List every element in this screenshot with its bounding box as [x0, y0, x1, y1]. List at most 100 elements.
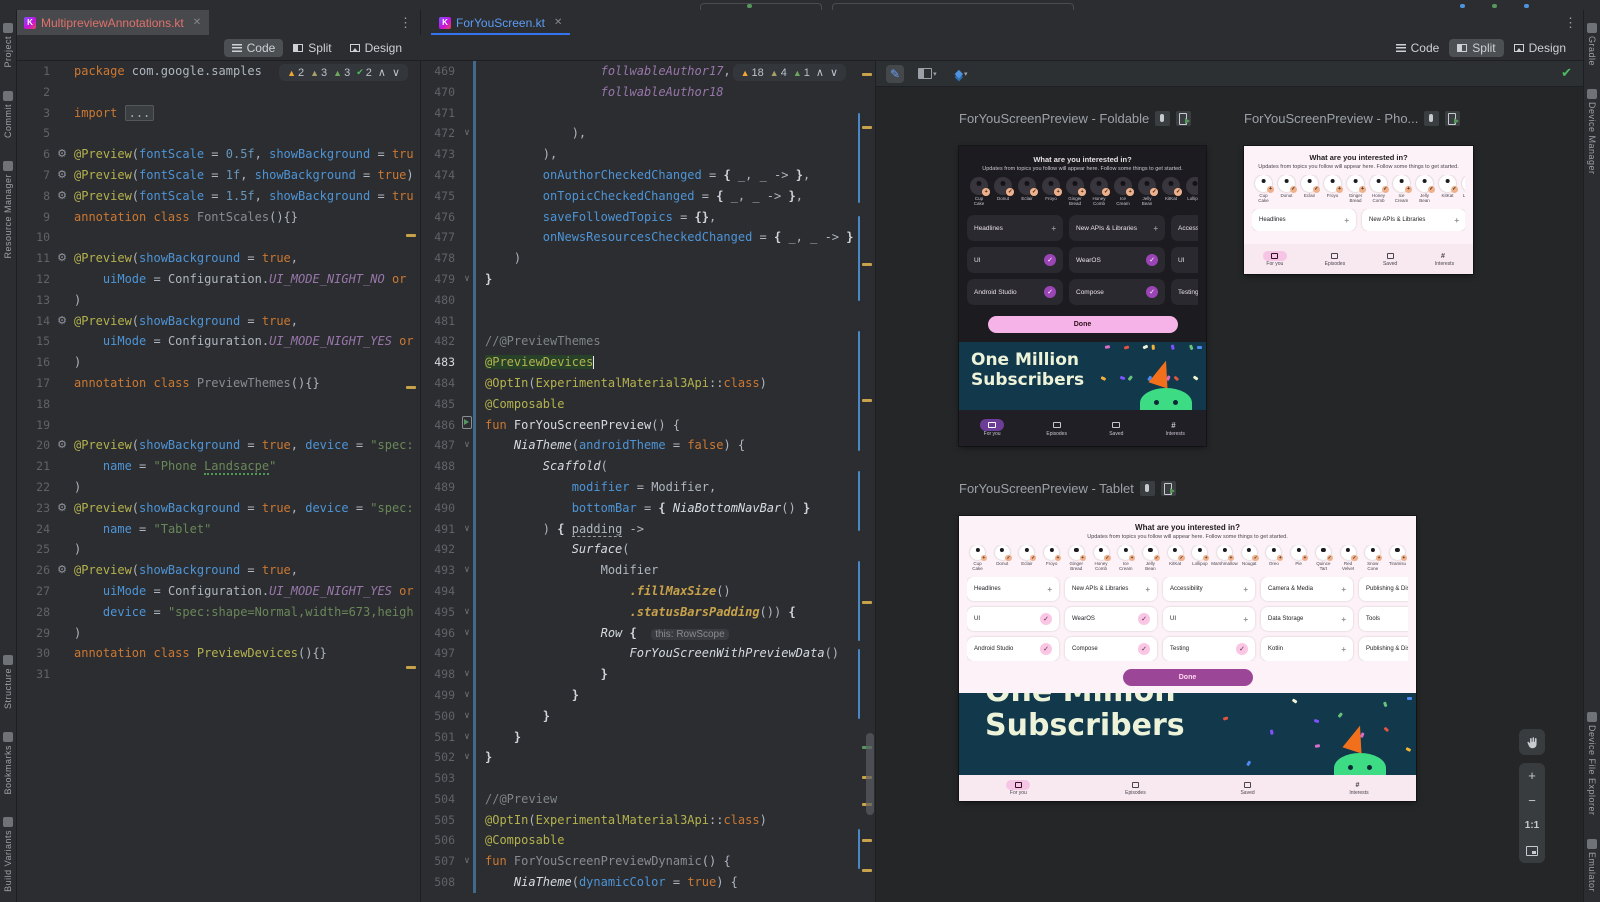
editor-multipreviewannotations[interactable]: 1package com.google.samples23import ...5… — [16, 61, 420, 902]
pan-hand-icon[interactable] — [1519, 729, 1545, 755]
topic-chip[interactable]: Android Studio✓ — [967, 637, 1059, 661]
nav-item-for-you[interactable]: For you — [1006, 780, 1030, 796]
author-item[interactable]: +Lollipop — [1189, 545, 1210, 571]
toolwindow-button-structure[interactable]: Structure — [3, 652, 13, 709]
fold-marker-icon[interactable]: ∨ — [464, 732, 469, 742]
topic-chip[interactable]: Camera & Media+ — [1261, 577, 1353, 601]
fold-marker-icon[interactable]: ∨ — [464, 524, 469, 534]
fold-marker-icon[interactable]: ∨ — [464, 856, 469, 866]
author-item[interactable]: ✓Jelly Bean — [1140, 545, 1161, 571]
author-item[interactable]: ✓KitKat — [1436, 175, 1459, 203]
interactive-preview-icon[interactable] — [1424, 111, 1439, 126]
author-item[interactable]: ✓Jelly Bean — [1135, 177, 1159, 206]
interactive-preview-icon[interactable] — [1155, 111, 1170, 126]
nav-item-saved[interactable]: Saved — [1383, 251, 1397, 268]
device-preview-foldable[interactable]: What are you interested in?Updates from … — [959, 146, 1206, 446]
inspections-widget[interactable]: ▲2▲3▲3✔2∧∨ — [279, 64, 408, 81]
prev-problem-icon[interactable]: ∧ — [816, 66, 824, 79]
topic-chip[interactable]: Data Storage+ — [1261, 607, 1353, 631]
author-item[interactable]: ✓KitKat — [1165, 545, 1186, 571]
nav-item-saved[interactable]: Saved — [1109, 419, 1123, 438]
author-item[interactable]: ✓Red Velvet — [1338, 545, 1359, 571]
nav-item-episodes[interactable]: Episodes — [1046, 419, 1067, 438]
author-item[interactable]: ✓KitKat — [1159, 177, 1183, 206]
mode-code-button[interactable]: Code — [1388, 39, 1448, 57]
editor-scrollbar-thumb[interactable] — [866, 733, 874, 815]
nav-item-episodes[interactable]: Episodes — [1325, 251, 1346, 268]
close-icon[interactable]: ✕ — [554, 17, 562, 28]
topic-chip[interactable]: Compose✓ — [1069, 279, 1165, 305]
preview-settings-gear-icon[interactable]: ⚙ — [57, 314, 67, 327]
fold-marker-icon[interactable]: ∨ — [464, 274, 469, 284]
nav-item-for-you[interactable]: For you — [1263, 251, 1287, 268]
topic-chip[interactable]: Accessibility+ — [1171, 215, 1198, 241]
nav-item-for-you[interactable]: For you — [980, 419, 1004, 438]
topic-chip[interactable]: Headlines+ — [1252, 209, 1356, 231]
topic-chip[interactable]: UI✓ — [967, 607, 1059, 631]
fold-marker-icon[interactable]: ∨ — [464, 565, 469, 575]
preview-settings-gear-icon[interactable]: ⚙ — [57, 147, 67, 160]
close-icon[interactable]: ✕ — [193, 17, 201, 28]
author-item[interactable]: +Pie — [1288, 545, 1309, 571]
author-item[interactable]: +Lollipop — [1459, 175, 1465, 203]
topic-chip[interactable]: WearOS✓ — [1069, 247, 1165, 273]
mode-design-button[interactable]: Design — [1506, 39, 1574, 57]
toolwindow-button-bookmarks[interactable]: Bookmarks — [3, 729, 13, 795]
topic-chip[interactable]: Testing✓ — [1163, 637, 1255, 661]
author-item[interactable]: +Froyo — [1041, 545, 1062, 571]
topic-chip[interactable]: New APIs & Libraries+ — [1069, 215, 1165, 241]
author-item[interactable]: +Cup Cake — [967, 177, 991, 206]
next-problem-icon[interactable]: ∨ — [392, 66, 400, 79]
author-item[interactable]: +Lollipop — [1183, 177, 1198, 206]
interactive-preview-icon[interactable] — [1140, 481, 1155, 496]
ui-check-icon[interactable]: ▾ — [914, 66, 941, 81]
topic-chip[interactable]: UI✓ — [967, 247, 1063, 273]
author-item[interactable]: ✓Honey Comb — [1087, 177, 1111, 206]
mode-code-button[interactable]: Code — [224, 39, 284, 57]
done-button[interactable]: Done — [988, 316, 1178, 333]
author-item[interactable]: ✓Honey Comb — [1367, 175, 1390, 203]
mode-split-button[interactable]: Split — [1449, 39, 1503, 57]
nav-item-interests[interactable]: #Interests — [1166, 419, 1185, 438]
zoom-out-button[interactable]: − — [1519, 788, 1545, 813]
topic-chip[interactable]: Android Studio✓ — [967, 279, 1063, 305]
author-item[interactable]: +Cup Cake — [1252, 175, 1275, 203]
preview-settings-gear-icon[interactable]: ⚙ — [57, 501, 67, 514]
mode-split-button[interactable]: Split — [285, 39, 339, 57]
author-item[interactable]: ✓Jelly Bean — [1413, 175, 1436, 203]
toolwindow-button-device-file-explorer[interactable]: Device File Explorer — [1587, 709, 1597, 816]
author-item[interactable]: +Froyo — [1039, 177, 1063, 206]
run-preview-on-device-icon[interactable] — [1176, 111, 1191, 126]
zoom-actual-button[interactable]: 1:1 — [1519, 813, 1545, 838]
zoom-fit-button[interactable] — [1519, 838, 1545, 863]
tab-options-kebab-icon[interactable]: ⋮ — [1556, 10, 1585, 35]
author-item[interactable]: ✓Honey Comb — [1091, 545, 1112, 571]
topic-chip[interactable]: Headlines+ — [967, 215, 1063, 241]
fold-marker-icon[interactable]: ∨ — [464, 752, 469, 762]
preview-settings-gear-icon[interactable]: ⚙ — [57, 563, 67, 576]
preview-settings-gear-icon[interactable]: ⚙ — [57, 251, 67, 264]
toolwindow-button-commit[interactable]: Commit — [3, 88, 13, 138]
author-item[interactable]: +Oreo — [1263, 545, 1284, 571]
author-item[interactable]: ✓Donut — [991, 177, 1015, 206]
topic-chip[interactable]: Kotlin+ — [1261, 637, 1353, 661]
tab-options-kebab-icon[interactable]: ⋮ — [391, 10, 420, 35]
zoom-in-button[interactable]: + — [1519, 763, 1545, 788]
done-button[interactable]: Done — [1123, 669, 1253, 686]
topic-chip[interactable]: Compose✓ — [1065, 637, 1157, 661]
preview-settings-gear-icon[interactable]: ⚙ — [57, 438, 67, 451]
toolwindow-button-project[interactable]: Project — [3, 20, 13, 68]
topic-chip[interactable]: Publishing & Distribution+ — [1359, 577, 1408, 601]
layers-icon[interactable]: ◆▾ — [951, 65, 972, 82]
nav-item-interests[interactable]: #Interests — [1349, 780, 1368, 796]
topic-chip[interactable]: Tools+ — [1359, 607, 1408, 631]
toolwindow-button-gradle[interactable]: Gradle — [1587, 20, 1597, 66]
run-preview-on-device-icon[interactable] — [1445, 111, 1460, 126]
mode-design-button[interactable]: Design — [342, 39, 410, 57]
author-item[interactable]: ✓Eclair — [1015, 177, 1039, 206]
author-item[interactable]: +Ginger Bread — [1066, 545, 1087, 571]
preview-settings-gear-icon[interactable]: ⚙ — [57, 189, 67, 202]
nav-item-saved[interactable]: Saved — [1240, 780, 1254, 796]
fold-marker-icon[interactable]: ∨ — [464, 128, 469, 138]
author-item[interactable]: ✓Quince Tart — [1313, 545, 1334, 571]
